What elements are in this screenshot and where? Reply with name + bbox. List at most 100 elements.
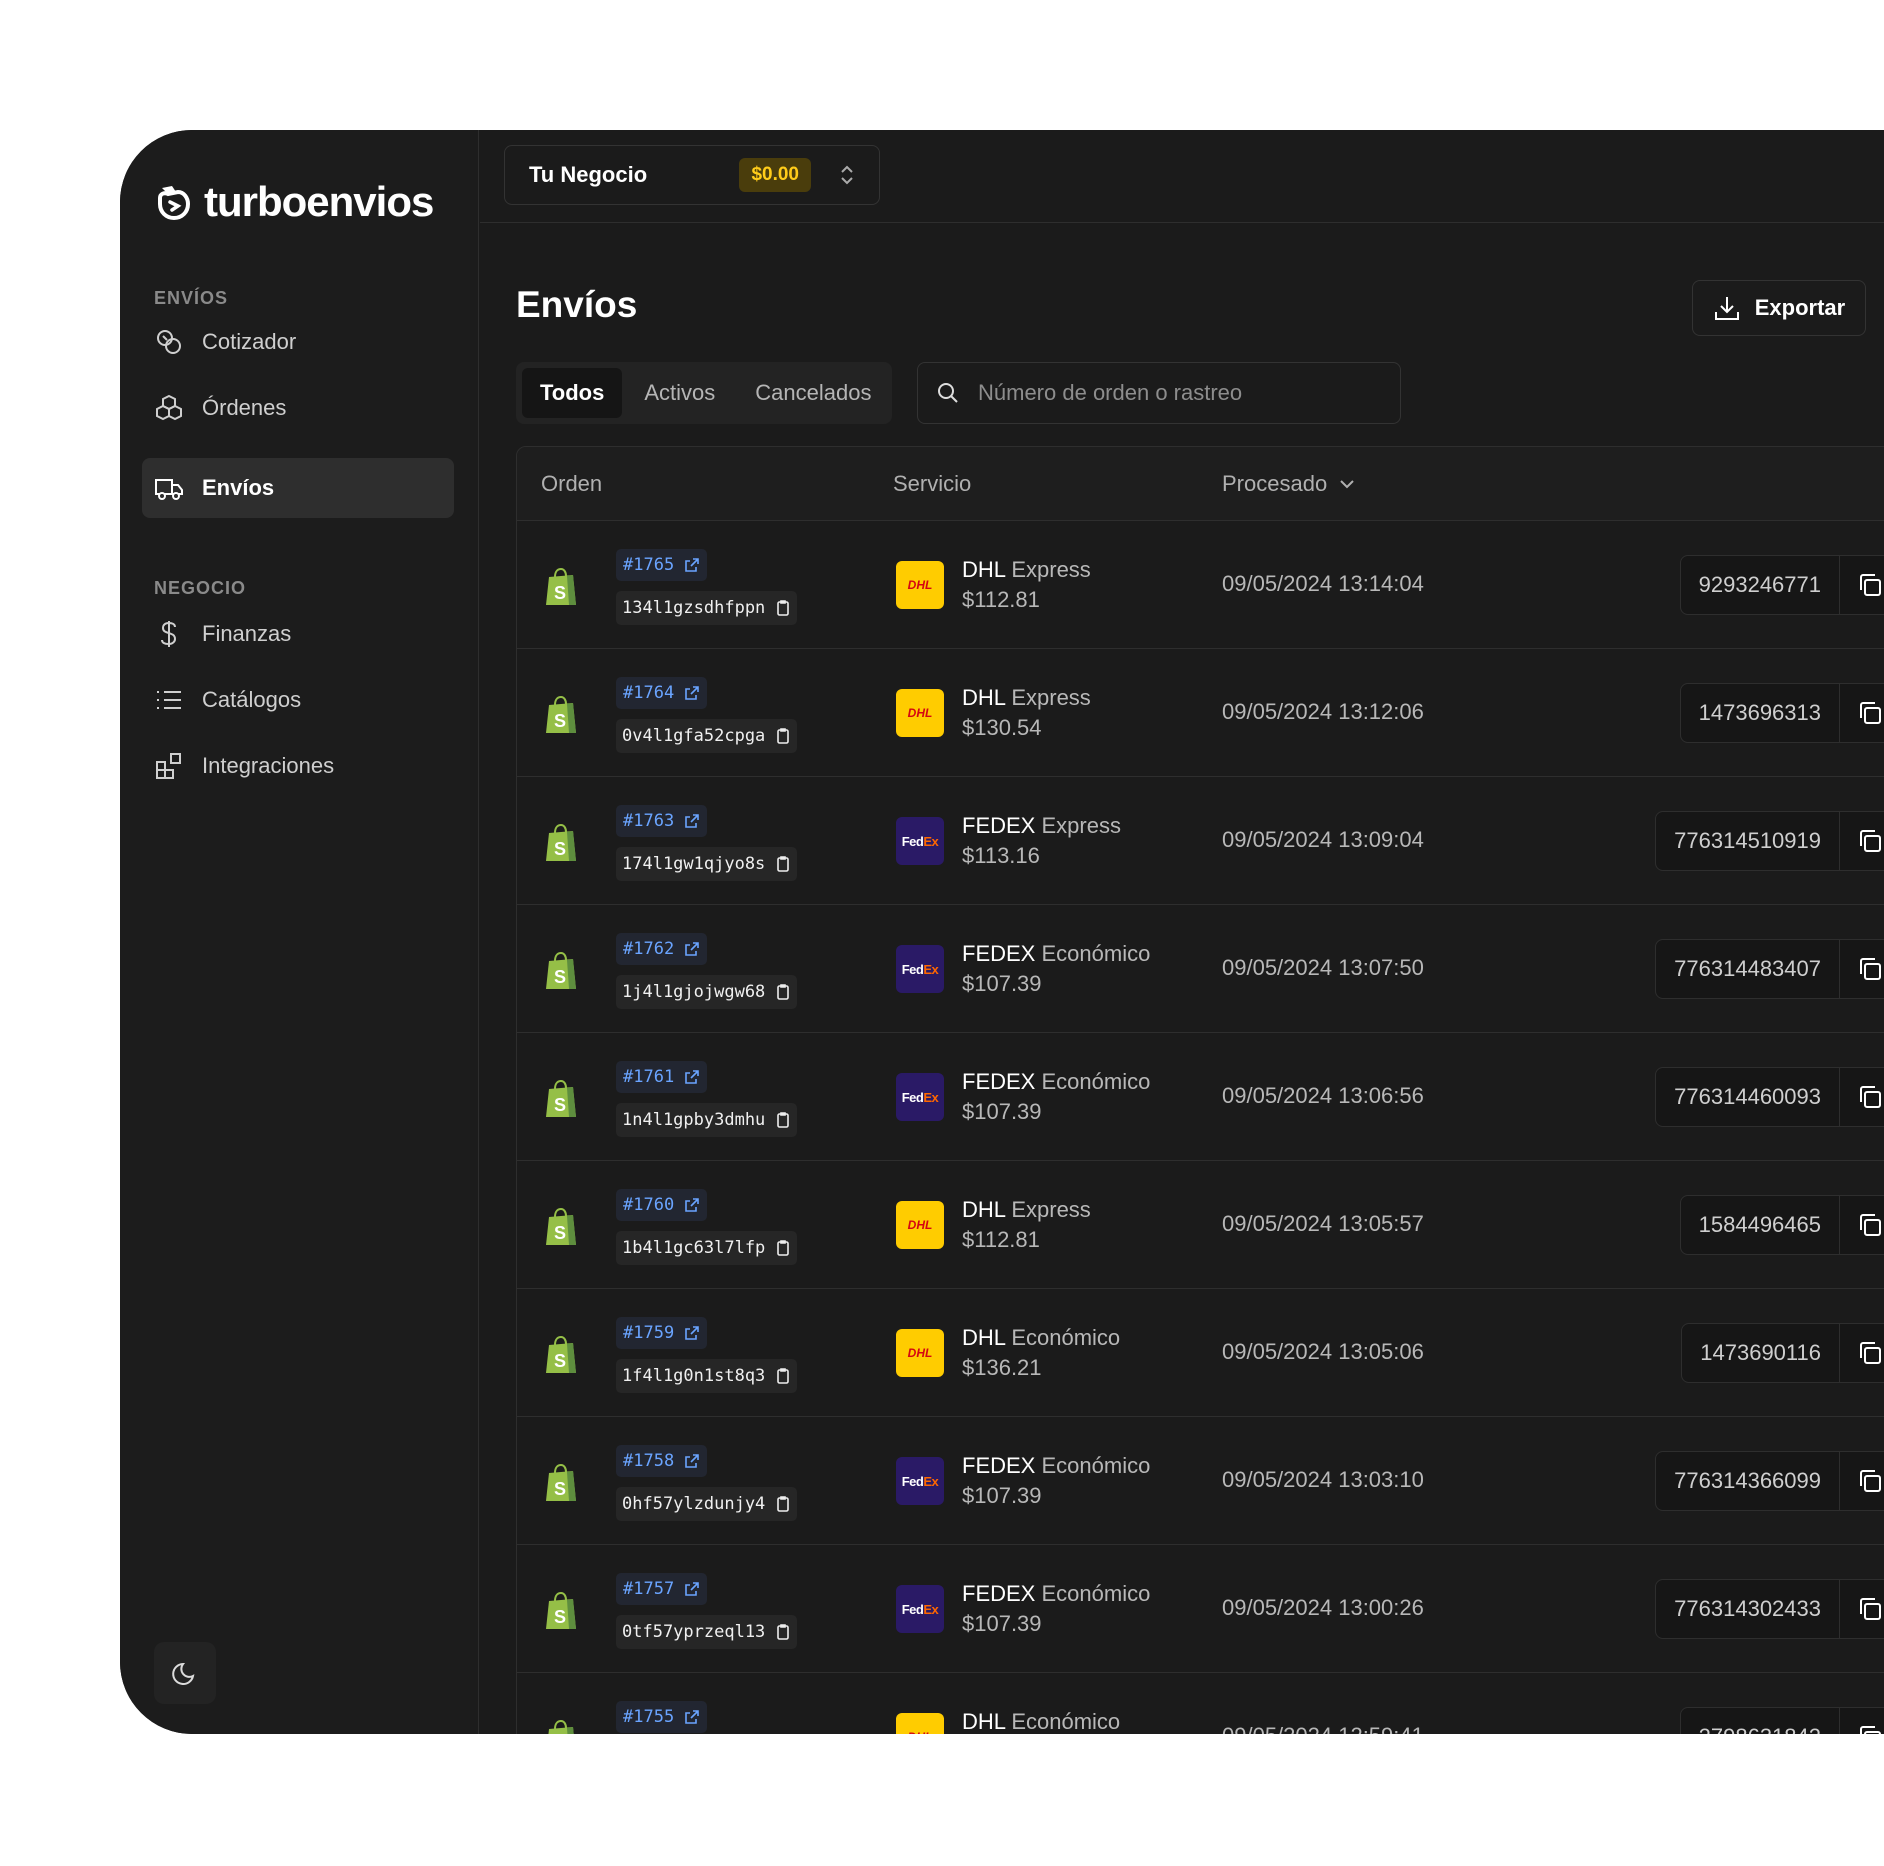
sidebar-item-label: Órdenes (202, 395, 287, 420)
tracking-number: 1473690116 (1682, 1324, 1840, 1382)
boxes-icon (154, 393, 184, 423)
order-link[interactable]: #1759 (616, 1317, 708, 1349)
copy-icon (1859, 1214, 1881, 1236)
processed-date: 09/05/2024 13:05:57 (1222, 1211, 1424, 1236)
copy-tracking-button[interactable] (1840, 556, 1884, 614)
balance-badge: $0.00 (739, 158, 811, 192)
table-row: S #1765 134l1gzsdhfppn DHL DHL Express $… (517, 521, 1884, 649)
sidebar-item-integraciones[interactable]: Integraciones (142, 736, 454, 796)
order-code[interactable]: 0hf57ylzdunjy4 (616, 1487, 798, 1521)
order-link[interactable]: #1763 (616, 805, 708, 837)
sidebar-item-cotizador[interactable]: Cotizador (142, 312, 454, 372)
copy-icon (1859, 1726, 1881, 1734)
logo-text: turboenvios (204, 178, 434, 225)
clipboard-icon (777, 1496, 790, 1512)
external-link-icon (685, 1198, 699, 1212)
order-link[interactable]: #1761 (616, 1061, 708, 1093)
order-code-text: 1j4l1gjojwgw68 (622, 982, 766, 1002)
shopify-icon: S (546, 1463, 576, 1501)
order-code-text: 1b4l1gc63l7lfp (622, 1238, 766, 1258)
order-link[interactable]: #1765 (616, 549, 708, 581)
order-code[interactable]: 1f4l1g0n1st8q3 (616, 1359, 798, 1393)
tracking-group: 776314366099 (1655, 1451, 1884, 1511)
tracking-number: 9293246771 (1681, 556, 1840, 614)
column-header-orden[interactable]: Orden (541, 471, 602, 497)
order-code[interactable]: 0tf57yprzeql13 (616, 1615, 798, 1649)
copy-tracking-button[interactable] (1840, 1580, 1884, 1638)
tracking-number: 776314366099 (1656, 1452, 1840, 1510)
order-code[interactable]: 0v4l1gfa52cpga (616, 719, 798, 753)
tab-activos[interactable]: Activos (626, 368, 733, 418)
clipboard-icon (777, 1112, 790, 1128)
dollar-icon (154, 619, 184, 649)
copy-tracking-button[interactable] (1840, 1708, 1884, 1734)
sidebar-item-label: Envíos (202, 475, 275, 500)
order-code[interactable]: 1n4l1gpby3dmhu (616, 1103, 798, 1137)
shopify-icon: S (546, 951, 576, 989)
tracking-number: 776314460093 (1656, 1068, 1840, 1126)
search-box (917, 362, 1401, 424)
order-link[interactable]: #1760 (616, 1189, 708, 1221)
order-code[interactable]: 1b4l1gc63l7lfp (616, 1231, 798, 1265)
processed-date: 09/05/2024 12:59:41 (1222, 1723, 1424, 1734)
table-row: S #1762 1j4l1gjojwgw68 Fed Ex FEDEX Econó… (517, 905, 1884, 1033)
tab-todos[interactable]: Todos (522, 368, 623, 418)
copy-tracking-button[interactable] (1840, 684, 1884, 742)
sidebar-item-finanzas[interactable]: Finanzas (142, 604, 454, 664)
copy-tracking-button[interactable] (1840, 940, 1884, 998)
tab-cancelados[interactable]: Cancelados (737, 368, 889, 418)
processed-date: 09/05/2024 13:14:04 (1222, 571, 1424, 596)
processed-date: 09/05/2024 13:00:26 (1222, 1595, 1424, 1620)
fedex-logo: Fed Ex (896, 945, 944, 993)
order-link[interactable]: #1755 (616, 1701, 708, 1733)
service-price: $112.81 (962, 587, 1040, 612)
clipboard-icon (777, 984, 790, 1000)
search-input[interactable] (978, 380, 1378, 406)
export-button[interactable]: Exportar (1692, 280, 1866, 336)
order-link[interactable]: #1764 (616, 677, 708, 709)
tracking-number: 1473696313 (1681, 684, 1840, 742)
service-price: $107.39 (962, 971, 1042, 996)
shipments-table: Orden Servicio Procesado S #1765 134l1gz… (516, 446, 1884, 1734)
column-header-servicio[interactable]: Servicio (893, 471, 971, 497)
sidebar-item-envios[interactable]: Envíos (142, 458, 454, 518)
fedex-logo: Fed Ex (896, 1073, 944, 1121)
app-window: turboenvios ENVÍOS Cotizador Órdenes Env… (120, 130, 1884, 1734)
svg-text:S: S (554, 1607, 566, 1627)
order-code-text: 174l1gw1qjyo8s (622, 854, 766, 874)
external-link-icon (685, 1326, 699, 1340)
order-code[interactable]: 1j4l1gjojwgw68 (616, 975, 798, 1009)
order-link[interactable]: #1762 (616, 933, 708, 965)
service-price: $107.39 (962, 1099, 1042, 1124)
service-price: $107.39 (962, 1483, 1042, 1508)
clipboard-icon (777, 856, 790, 872)
sidebar-item-label: Finanzas (202, 621, 292, 646)
external-link-icon (685, 686, 699, 700)
copy-tracking-button[interactable] (1840, 1068, 1884, 1126)
order-link[interactable]: #1757 (616, 1573, 708, 1605)
svg-text:S: S (554, 1223, 566, 1243)
clipboard-icon (777, 1624, 790, 1640)
service-name: DHL Económico (962, 1325, 1121, 1350)
column-header-procesado[interactable]: Procesado (1222, 471, 1357, 497)
copy-tracking-button[interactable] (1840, 812, 1884, 870)
order-code[interactable]: 174l1gw1qjyo8s (616, 847, 798, 881)
order-code[interactable]: 134l1gzsdhfppn (616, 591, 798, 625)
business-selector[interactable]: Tu Negocio $0.00 (504, 145, 880, 205)
logo[interactable]: turboenvios (154, 178, 434, 226)
sidebar-item-ordenes[interactable]: Órdenes (142, 378, 454, 438)
theme-toggle-button[interactable] (154, 1642, 216, 1704)
shopify-icon: S (546, 1591, 576, 1629)
tabs: Todos Activos Cancelados (516, 362, 892, 424)
copy-tracking-button[interactable] (1840, 1452, 1884, 1510)
order-number: #1759 (623, 1323, 675, 1343)
tracking-group: 776314483407 (1655, 939, 1884, 999)
copy-tracking-button[interactable] (1840, 1324, 1884, 1382)
service-name: DHL Económico (962, 1709, 1121, 1734)
copy-tracking-button[interactable] (1840, 1196, 1884, 1254)
shopify-icon: S (546, 823, 576, 861)
order-code-text: 0tf57yprzeql13 (622, 1622, 766, 1642)
sidebar-item-catalogos[interactable]: Catálogos (142, 670, 454, 730)
order-link[interactable]: #1758 (616, 1445, 708, 1477)
shopify-icon: S (546, 1079, 576, 1117)
